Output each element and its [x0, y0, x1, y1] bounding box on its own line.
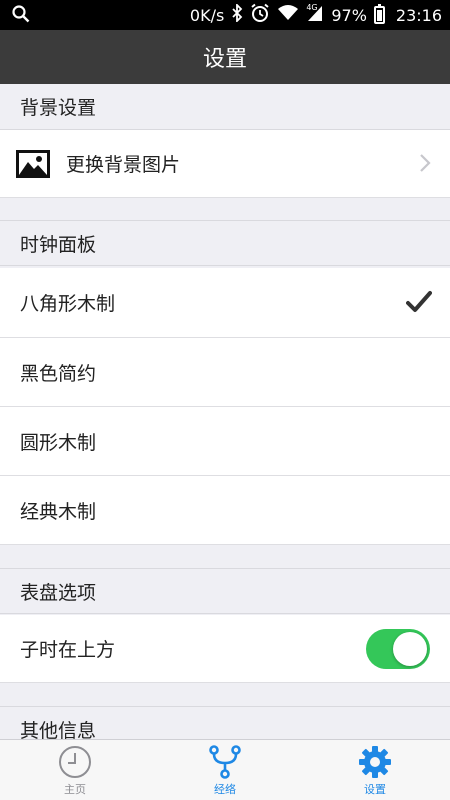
tab-label: 经络 [214, 783, 236, 796]
net-speed: 0K/s [189, 5, 225, 25]
option-label: 黑色简约 [20, 362, 97, 385]
clock-panel-option[interactable]: 黑色简约 [0, 338, 450, 407]
title-bar: 设置 [0, 30, 450, 84]
tab-home[interactable]: 主页 [0, 740, 150, 800]
tab-meridian[interactable]: 经络 [150, 740, 300, 800]
tab-settings[interactable]: 设置 [300, 740, 450, 800]
clock-panel-option[interactable]: 八角形木制 [0, 268, 450, 338]
change-background-row[interactable]: 更换背景图片 [0, 130, 450, 198]
option-label: 八角形木制 [20, 293, 116, 315]
picture-icon [16, 149, 50, 178]
status-icons: 0K/s 4G 97% 23:16 [190, 0, 442, 30]
change-background-label: 更换背景图片 [66, 154, 181, 176]
wifi-icon [277, 4, 299, 26]
section-title: 表盘选项 [20, 581, 97, 604]
clock-time: 23:16 [395, 5, 442, 25]
section-title: 时钟面板 [20, 233, 97, 256]
settings-screen: 0K/s 4G 97% 23:16 设置 背景设置 更换背景图片 时钟面板 八角… [0, 0, 450, 800]
option-label: 经典木制 [20, 500, 97, 523]
clock-icon [58, 745, 92, 779]
section-header-background: 背景设置 [0, 84, 450, 130]
clock-panel-option[interactable]: 圆形木制 [0, 407, 450, 476]
battery-percent: 97% [331, 5, 367, 25]
bottom-tab-bar: 主页 经络 设置 [0, 739, 450, 800]
chevron-right-icon [418, 152, 432, 174]
section-title: 背景设置 [20, 97, 97, 119]
page-title: 设置 [202, 47, 247, 72]
section-header-dial-options: 表盘选项 [0, 568, 450, 614]
toggle-knob [393, 632, 427, 666]
search-icon[interactable] [12, 5, 30, 27]
tab-label: 主页 [64, 783, 86, 796]
section-header-clock-panel: 时钟面板 [0, 220, 450, 266]
battery-icon [373, 4, 385, 24]
network-type: 4G [306, 3, 318, 12]
status-bar: 0K/s 4G 97% 23:16 [0, 0, 450, 30]
zi-hour-top-toggle[interactable] [366, 629, 430, 669]
zi-hour-top-row: 子时在上方 [0, 615, 450, 683]
bluetooth-icon [231, 2, 243, 26]
checkmark-icon [406, 289, 432, 315]
option-label: 圆形木制 [20, 431, 97, 454]
clock-panel-option[interactable]: 经典木制 [0, 476, 450, 545]
meridian-icon [208, 745, 242, 779]
signal-icon: 4G [306, 4, 324, 26]
zi-hour-top-label: 子时在上方 [20, 639, 116, 661]
tab-label: 设置 [364, 783, 386, 796]
alarm-icon [250, 3, 270, 27]
gear-icon [358, 745, 392, 779]
